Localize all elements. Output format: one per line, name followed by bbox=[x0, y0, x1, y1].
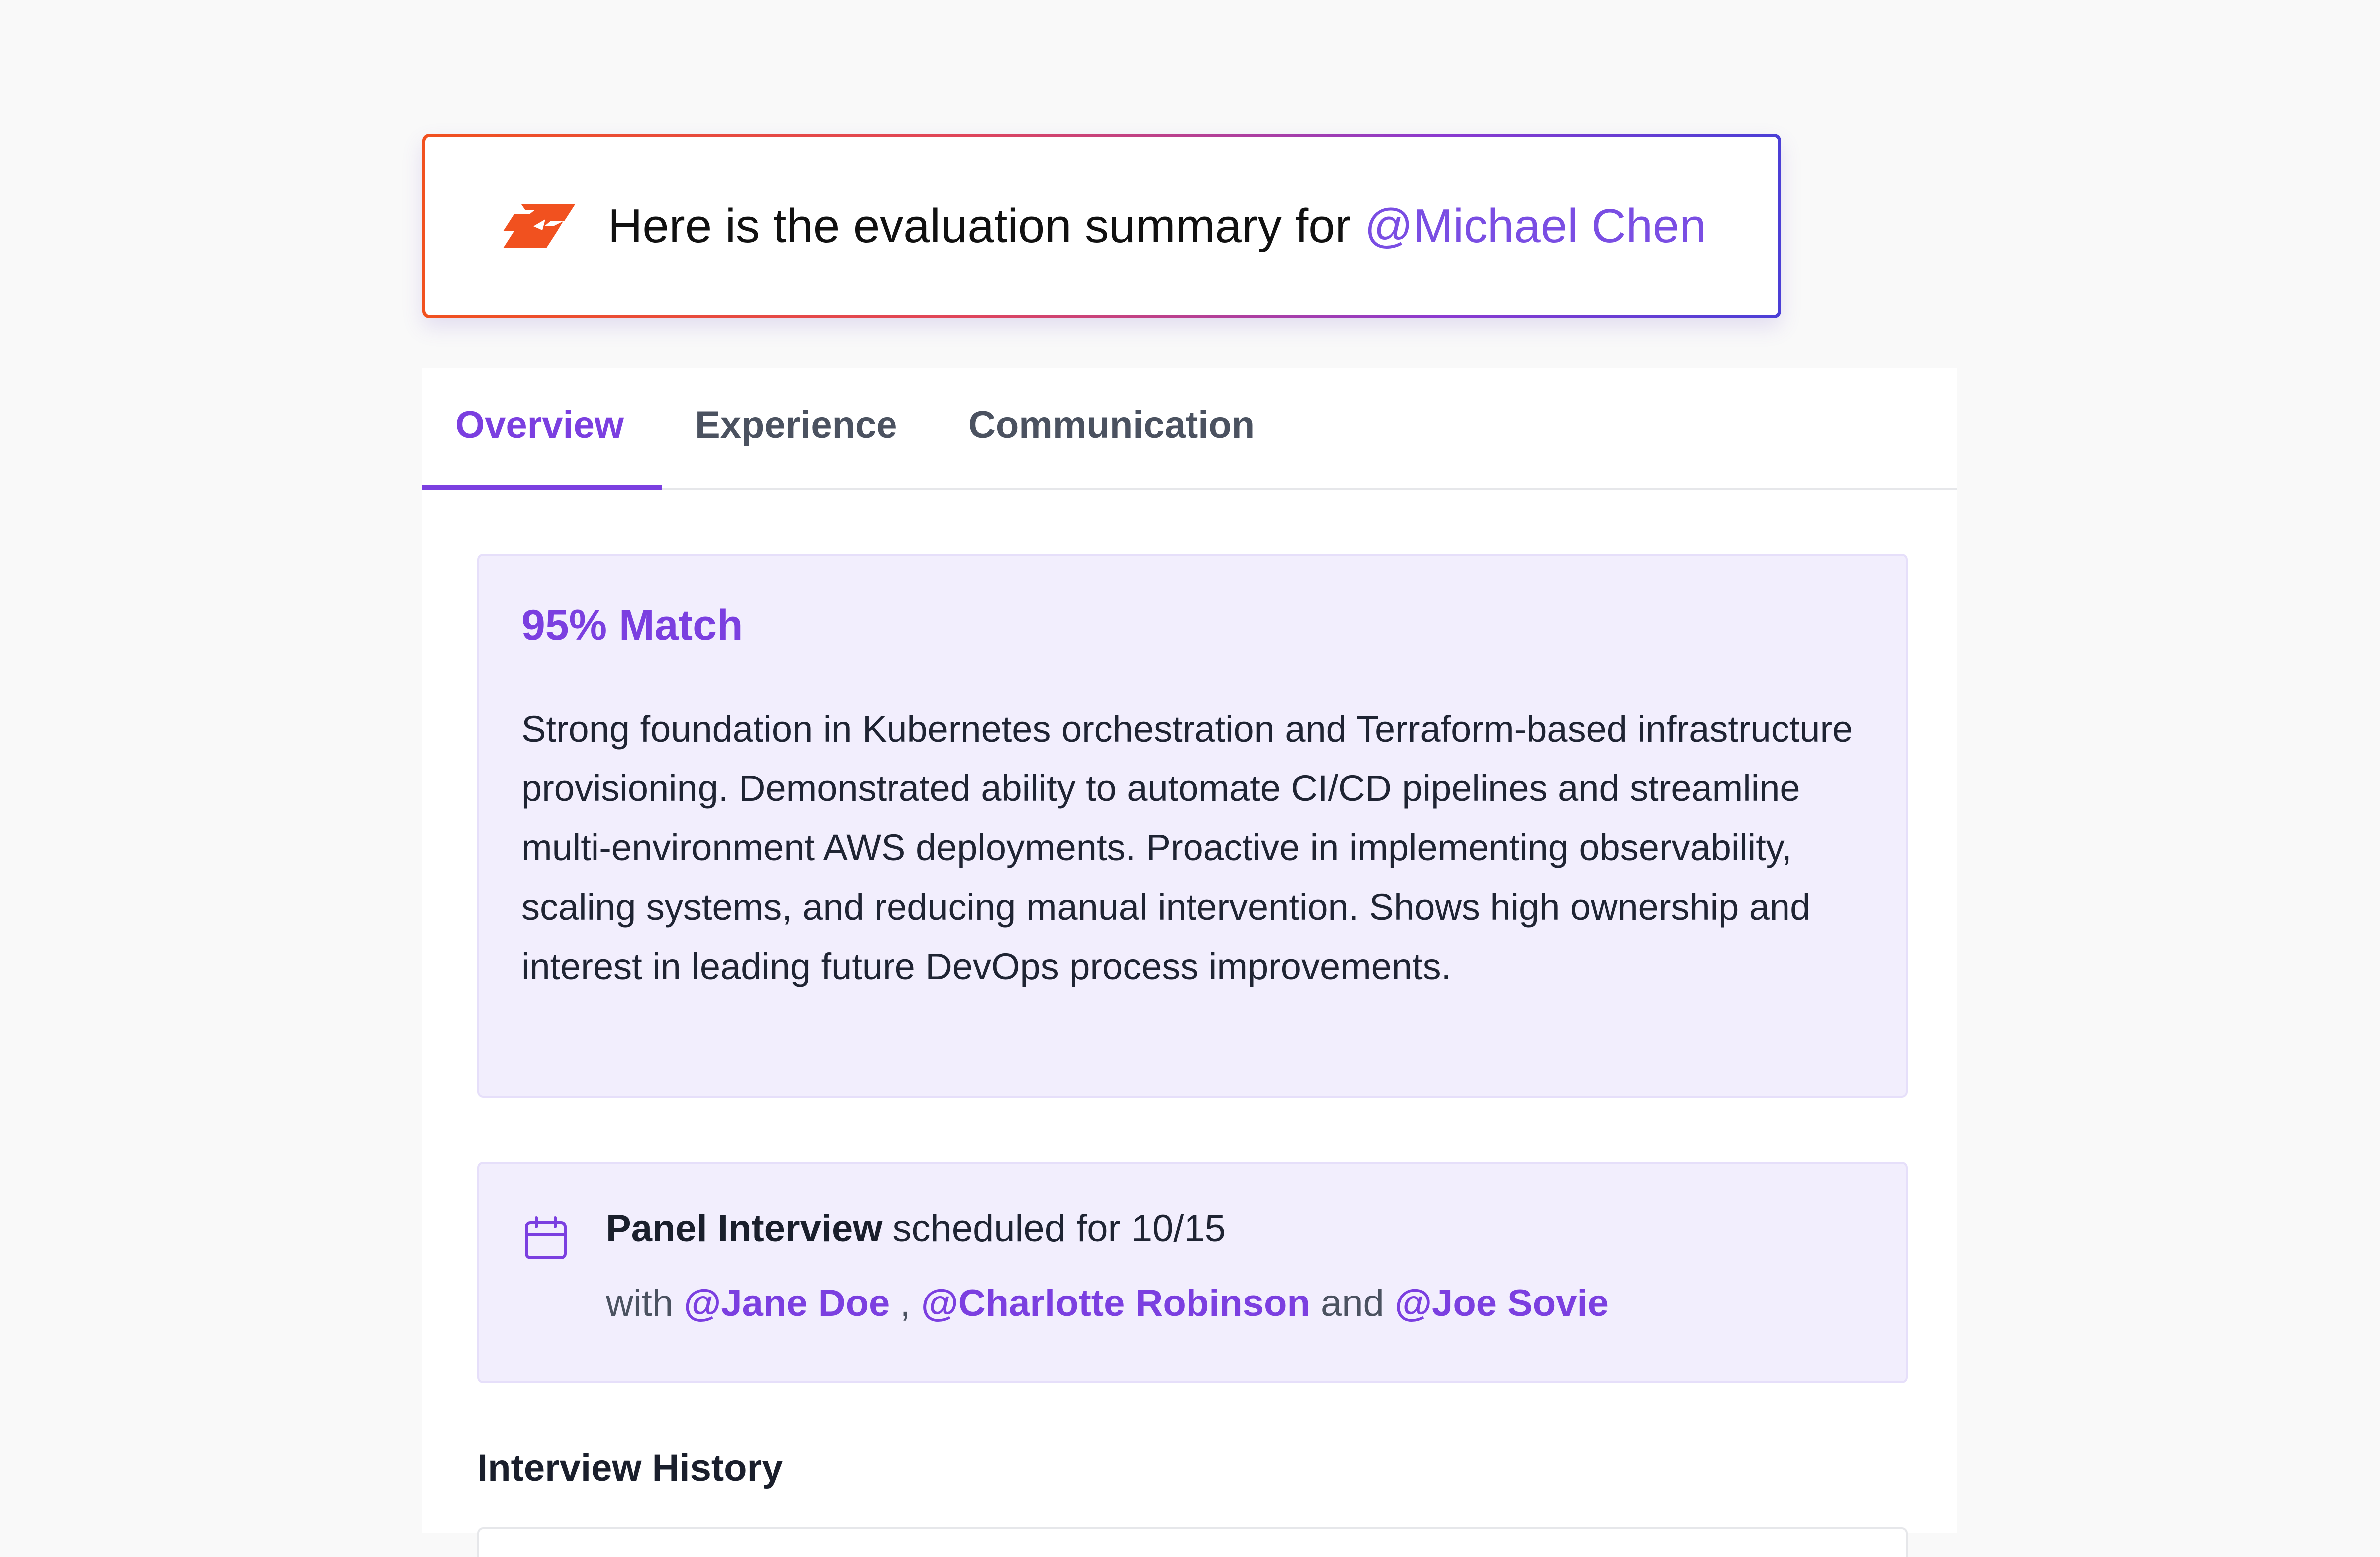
candidate-mention-link[interactable]: @Michael Chen bbox=[1364, 199, 1706, 253]
interview-schedule: Panel Interview scheduled for 10/15 bbox=[606, 1207, 1226, 1250]
interview-date: scheduled for 10/15 bbox=[892, 1207, 1226, 1250]
calendar-icon bbox=[525, 1216, 567, 1259]
participant-mention[interactable]: @Joe Sovie bbox=[1395, 1282, 1609, 1324]
evaluation-card: Overview Experience Communication 95% Ma… bbox=[422, 368, 1957, 1557]
evaluation-summary-banner: Here is the evaluation summary for @Mich… bbox=[422, 134, 1781, 318]
banner-message: Here is the evaluation summary for @Mich… bbox=[608, 199, 1706, 254]
interview-history-heading: Interview History bbox=[477, 1447, 783, 1489]
banner-text: Here is the evaluation summary for bbox=[608, 199, 1351, 253]
tab-experience[interactable]: Experience bbox=[695, 403, 897, 447]
interview-type: Panel Interview bbox=[606, 1207, 883, 1250]
match-summary-panel: 95% Match Strong foundation in Kubernete… bbox=[477, 554, 1908, 1098]
participant-separator: , bbox=[900, 1282, 911, 1324]
scheduled-interview-panel: Panel Interview scheduled for 10/15 with… bbox=[477, 1162, 1908, 1383]
participant-mention[interactable]: @Charlotte Robinson bbox=[921, 1282, 1310, 1324]
and-label: and bbox=[1321, 1282, 1384, 1324]
interview-participants: with @Jane Doe , @Charlotte Robinson and… bbox=[606, 1282, 1609, 1325]
tab-communication[interactable]: Communication bbox=[968, 403, 1255, 447]
match-score: 95% Match bbox=[521, 601, 743, 649]
brand-logo-icon bbox=[503, 204, 575, 248]
banner-content: Here is the evaluation summary for @Mich… bbox=[425, 137, 1778, 315]
match-description: Strong foundation in Kubernetes orchestr… bbox=[521, 708, 1853, 987]
tab-overview[interactable]: Overview bbox=[455, 403, 624, 447]
with-label: with bbox=[606, 1282, 674, 1324]
active-tab-indicator bbox=[422, 485, 662, 490]
tab-bar: Overview Experience Communication bbox=[422, 368, 1957, 490]
participant-mention[interactable]: @Jane Doe bbox=[684, 1282, 890, 1324]
interview-history-list bbox=[477, 1527, 1908, 1557]
